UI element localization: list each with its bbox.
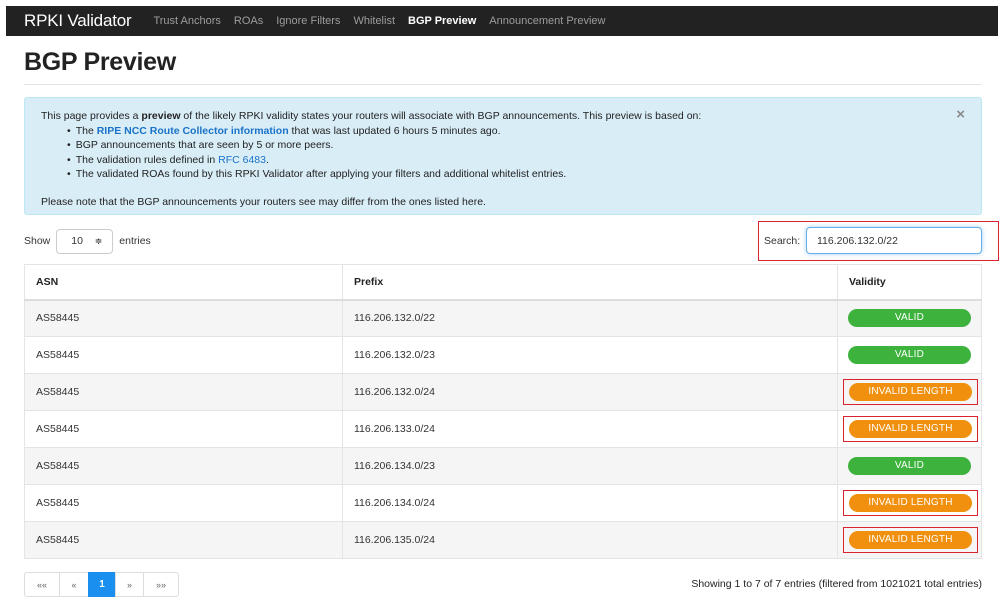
- entries-per-page-value: 10: [71, 235, 83, 247]
- info-bullet-rfc: The validation rules defined in RFC 6483…: [76, 153, 965, 168]
- pagination: «« « 1 » »»: [24, 572, 179, 597]
- title-divider: [24, 84, 982, 85]
- show-label: Show: [24, 235, 51, 247]
- valid-badge: VALID: [848, 309, 971, 328]
- info-list: The RIPE NCC Route Collector information…: [41, 124, 965, 182]
- entries-length-control: Show 10 ≑ entries: [24, 228, 151, 254]
- table-row: AS58445 116.206.134.0/24 INVALID LENGTH: [24, 484, 982, 522]
- bgp-preview-table: ASN Prefix Validity AS58445 116.206.132.0…: [24, 264, 982, 559]
- invalid-length-badge: INVALID LENGTH: [849, 383, 972, 401]
- table-row: AS58445 116.206.132.0/24 INVALID LENGTH: [24, 373, 982, 411]
- cell-asn: AS58445: [24, 447, 343, 485]
- cell-asn: AS58445: [24, 484, 343, 522]
- info-note: Please note that the BGP announcements y…: [41, 195, 486, 208]
- info-bullet-collector: The RIPE NCC Route Collector information…: [76, 124, 965, 139]
- header-validity[interactable]: Validity: [837, 264, 982, 301]
- cell-asn: AS58445: [24, 521, 343, 559]
- invalid-length-badge: INVALID LENGTH: [849, 420, 972, 438]
- previous-page-button[interactable]: «: [59, 572, 89, 597]
- page-title: BGP Preview: [24, 48, 176, 76]
- info-intro-bold: preview: [141, 110, 181, 122]
- nav-item-trust-anchors[interactable]: Trust Anchors: [153, 15, 220, 27]
- table-row: AS58445 116.206.134.0/23 VALID: [24, 447, 982, 485]
- info-bullet-peers: BGP announcements that are seen by 5 or …: [76, 138, 965, 153]
- highlight-frame: INVALID LENGTH: [843, 490, 978, 516]
- page-1-button[interactable]: 1: [88, 572, 116, 597]
- cell-asn: AS58445: [24, 410, 343, 448]
- header-asn[interactable]: ASN: [24, 264, 343, 301]
- header-prefix[interactable]: Prefix: [342, 264, 838, 301]
- cell-validity: INVALID LENGTH: [837, 484, 982, 522]
- cell-prefix: 116.206.132.0/22: [342, 299, 838, 337]
- valid-badge: VALID: [848, 346, 971, 364]
- cell-validity: VALID: [837, 336, 982, 374]
- cell-validity: INVALID LENGTH: [837, 373, 982, 411]
- search-input[interactable]: [806, 227, 982, 254]
- close-icon[interactable]: ×: [956, 107, 965, 123]
- cell-asn: AS58445: [24, 373, 343, 411]
- cell-prefix: 116.206.134.0/23: [342, 447, 838, 485]
- last-page-button[interactable]: »»: [143, 572, 179, 597]
- nav-item-bgp-preview[interactable]: BGP Preview: [408, 15, 476, 27]
- nav-item-ignore-filters[interactable]: Ignore Filters: [276, 15, 340, 27]
- cell-prefix: 116.206.133.0/24: [342, 410, 838, 448]
- nav-item-roas[interactable]: ROAs: [234, 15, 263, 27]
- info-bullet-roas: The validated ROAs found by this RPKI Va…: [76, 167, 965, 182]
- select-caret-icon: ≑: [94, 235, 103, 246]
- highlight-frame: INVALID LENGTH: [843, 379, 978, 405]
- nav-item-announcement-preview[interactable]: Announcement Preview: [489, 15, 605, 27]
- navbar: RPKI Validator Trust Anchors ROAs Ignore…: [6, 6, 998, 36]
- cell-prefix: 116.206.134.0/24: [342, 484, 838, 522]
- entries-label: entries: [119, 235, 151, 247]
- cell-prefix: 116.206.132.0/24: [342, 373, 838, 411]
- cell-validity: VALID: [837, 299, 982, 337]
- highlight-frame: INVALID LENGTH: [843, 527, 978, 553]
- valid-badge: VALID: [848, 457, 971, 475]
- table-row: AS58445 116.206.133.0/24 INVALID LENGTH: [24, 410, 982, 448]
- table-body: AS58445 116.206.132.0/22 VALID AS58445 116.2…: [24, 299, 982, 559]
- table-info-summary: Showing 1 to 7 of 7 entries (filtered fr…: [691, 578, 982, 590]
- cell-asn: AS58445: [24, 299, 343, 337]
- invalid-length-badge: INVALID LENGTH: [849, 531, 972, 549]
- rfc-6483-link[interactable]: RFC 6483: [218, 154, 266, 166]
- table-row: AS58445 116.206.132.0/22 VALID: [24, 299, 982, 337]
- ripe-collector-link[interactable]: RIPE NCC Route Collector information: [97, 125, 289, 137]
- highlight-frame: INVALID LENGTH: [843, 416, 978, 442]
- info-intro: This page provides a preview of the like…: [41, 110, 702, 122]
- table-row: AS58445 116.206.132.0/23 VALID: [24, 336, 982, 374]
- table-row: AS58445 116.206.135.0/24 INVALID LENGTH: [24, 521, 982, 559]
- table-header-row: ASN Prefix Validity: [24, 264, 982, 301]
- next-page-button[interactable]: »: [115, 572, 144, 597]
- cell-asn: AS58445: [24, 336, 343, 374]
- cell-prefix: 116.206.132.0/23: [342, 336, 838, 374]
- first-page-button[interactable]: ««: [24, 572, 60, 597]
- brand-logo[interactable]: RPKI Validator: [24, 11, 132, 31]
- search-label: Search:: [764, 235, 801, 247]
- entries-per-page-select[interactable]: 10 ≑: [56, 228, 114, 254]
- cell-prefix: 116.206.135.0/24: [342, 521, 838, 559]
- nav-item-whitelist[interactable]: Whitelist: [353, 15, 395, 27]
- invalid-length-badge: INVALID LENGTH: [849, 494, 972, 512]
- info-alert: × This page provides a preview of the li…: [24, 97, 982, 215]
- cell-validity: INVALID LENGTH: [837, 410, 982, 448]
- cell-validity: INVALID LENGTH: [837, 521, 982, 559]
- cell-validity: VALID: [837, 447, 982, 485]
